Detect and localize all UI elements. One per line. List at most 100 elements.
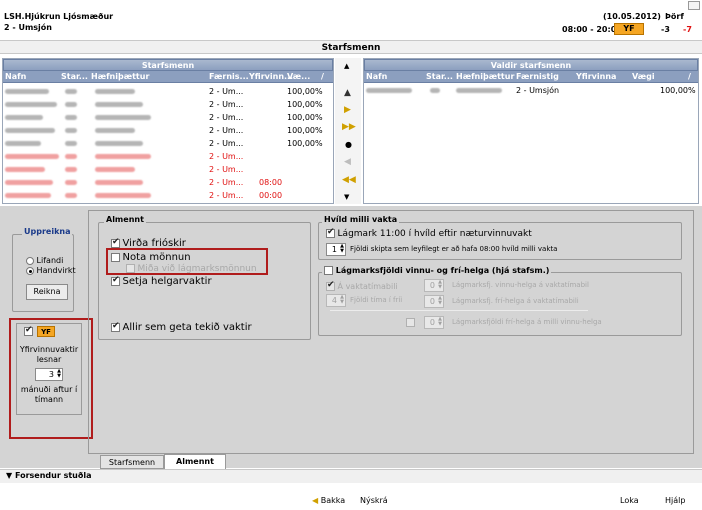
- checkbox-icon: [24, 325, 33, 336]
- tab-starfsmenn[interactable]: Starfsmenn: [100, 455, 164, 469]
- lm3-value: 0: [429, 318, 435, 327]
- reikna-button[interactable]: Reikna: [26, 284, 68, 300]
- cell-faerni: 2 - Um...: [209, 100, 244, 109]
- lm3-stepper: 0 ▲ ▼: [424, 316, 444, 329]
- cell-vaegi: 100,00%: [287, 87, 323, 96]
- blurred-value: [65, 128, 77, 133]
- record-icon[interactable]: ●: [345, 140, 352, 149]
- cell-faerni: 2 - Um...: [209, 87, 244, 96]
- blurred-value: [5, 102, 57, 107]
- cell-faerni: 2 - Um...: [209, 152, 244, 161]
- back-button[interactable]: ◀ Bakka: [312, 496, 345, 505]
- scroll-up-icon[interactable]: ▲: [344, 62, 349, 70]
- lagmark-checkbox[interactable]: Lágmark 11:00 í hvíld eftir næturvinnuva…: [326, 227, 532, 239]
- hvild-title: Hvíld milli vakta: [322, 215, 400, 224]
- tab-almennt[interactable]: Almennt: [164, 454, 226, 469]
- cell-vaegi: 100,00%: [287, 139, 323, 148]
- lagmark-label: Lágmark 11:00 í hvíld eftir næturvinnuva…: [337, 229, 532, 239]
- col-vaegi[interactable]: Vægi: [632, 71, 655, 83]
- fjoldi-tima-stepper: 4 ▲ ▼: [326, 294, 346, 307]
- lifandi-radio[interactable]: Lifandi: [26, 256, 63, 265]
- blurred-value: [5, 89, 49, 94]
- col-star[interactable]: Star...: [426, 71, 453, 83]
- stepper-arrows-icon[interactable]: ▲ ▼: [340, 244, 344, 254]
- blurred-value: [65, 180, 77, 185]
- col-haefni[interactable]: Hæfniþættur: [91, 71, 149, 83]
- col-nafn[interactable]: Nafn: [5, 71, 26, 83]
- blurred-value: [65, 89, 77, 94]
- blurred-value: [5, 154, 59, 159]
- chevron-down-icon: ▼: [6, 471, 13, 480]
- col-faerni[interactable]: Færnistig: [516, 71, 559, 83]
- remove-all-icon[interactable]: ◀◀: [342, 175, 356, 185]
- new-button[interactable]: Nýskrá: [360, 496, 388, 505]
- handvirkt-radio[interactable]: Handvirkt: [26, 266, 76, 275]
- col-sort[interactable]: /: [321, 71, 324, 83]
- table-row[interactable]: 2 - Um...: [3, 164, 321, 175]
- cell-faerni: 2 - Um...: [209, 178, 244, 187]
- blurred-value: [5, 180, 53, 185]
- col-haefni[interactable]: Hæfniþættur: [456, 71, 514, 83]
- blurred-value: [95, 115, 151, 120]
- remove-one-icon[interactable]: ◀: [344, 157, 351, 167]
- lagmarks-checkbox[interactable]: [324, 266, 333, 275]
- blurred-value: [65, 154, 77, 159]
- yf-badge[interactable]: YF: [614, 23, 644, 35]
- checkbox-icon: [111, 275, 120, 286]
- table-row[interactable]: 2 - Um... 100,00%: [3, 86, 323, 97]
- highlight-box-monnun: [106, 248, 268, 275]
- employees-grid-title: Starfsmenn: [3, 59, 333, 71]
- yf-checkbox[interactable]: [24, 325, 33, 336]
- fjoldi-tima-value: 4: [331, 296, 337, 305]
- lm2-stepper: 0 ▲ ▼: [424, 295, 444, 308]
- table-row[interactable]: 2 - Um... 100,00%: [3, 138, 323, 149]
- allir-label: Allir sem geta tekið vaktir: [122, 322, 252, 333]
- add-all-icon[interactable]: ▶▶: [342, 122, 356, 132]
- move-up-icon[interactable]: ▲: [344, 88, 351, 98]
- selected-employees-grid[interactable]: Valdir starfsmenn Nafn Star... Hæfniþætt…: [363, 58, 699, 204]
- cell-faerni: 2 - Um...: [209, 191, 244, 200]
- blurred-value: [5, 167, 45, 172]
- table-row[interactable]: 2 - Um...: [3, 151, 321, 162]
- yf-months-stepper[interactable]: 3 ▲ ▼: [35, 368, 63, 381]
- restore-window-icon[interactable]: [688, 1, 700, 10]
- table-row[interactable]: 2 - Um... 00:00: [3, 190, 321, 201]
- col-faerni[interactable]: Færnis...: [209, 71, 249, 83]
- cell-vaegi: 100,00%: [287, 113, 323, 122]
- table-row[interactable]: 2 - Um... 100,00%: [3, 125, 323, 136]
- scroll-down-icon[interactable]: ▼: [344, 193, 349, 201]
- cell-vaegi: 100,00%: [287, 100, 323, 109]
- employees-grid[interactable]: Starfsmenn Nafn Star... Hæfniþættur Færn…: [2, 58, 334, 204]
- lm3-label: Lágmarksfjöldi frí-helga á milli vinnu-h…: [452, 318, 602, 326]
- col-yfirvinna[interactable]: Yfirvinna: [576, 71, 616, 83]
- transfer-buttons: ▲ ▲ ▶ ▶▶ ● ◀ ◀◀ ▼: [335, 58, 361, 204]
- stepper-arrows-icon[interactable]: ▲ ▼: [57, 369, 61, 379]
- setja-helgarvaktir-checkbox[interactable]: Setja helgarvaktir: [111, 275, 212, 287]
- allir-checkbox[interactable]: Allir sem geta tekið vaktir: [111, 321, 252, 333]
- table-row[interactable]: 2 - Um... 08:00: [3, 177, 321, 188]
- col-star[interactable]: Star...: [61, 71, 88, 83]
- divider: [330, 310, 588, 311]
- lagmarks-title-wrap: Lágmarksfjöldi vinnu- og frí-helga (hjá …: [322, 266, 552, 275]
- add-one-icon[interactable]: ▶: [344, 105, 351, 115]
- col-nafn[interactable]: Nafn: [366, 71, 387, 83]
- lm1-stepper: 0 ▲ ▼: [424, 279, 444, 292]
- employees-grid-header: Nafn Star... Hæfniþættur Færnis... Yfirv…: [3, 71, 333, 83]
- forsendur-label: Forsendur stuðla: [14, 471, 92, 480]
- col-sort[interactable]: /: [688, 71, 691, 83]
- hvild-stepper[interactable]: 1 ▲ ▼: [326, 243, 346, 256]
- col-vaegi[interactable]: Væ...: [287, 71, 310, 83]
- close-button[interactable]: Loka: [620, 496, 639, 505]
- blurred-value: [65, 115, 77, 120]
- cell-faerni: 2 - Um...: [209, 139, 244, 148]
- blurred-value: [5, 193, 51, 198]
- cell-faerni: 2 - Um...: [209, 113, 244, 122]
- blurred-value: [456, 88, 502, 93]
- help-button[interactable]: Hjálp: [665, 496, 685, 505]
- table-row[interactable]: 2 - Um... 100,00%: [3, 99, 323, 110]
- hvild-value: 1: [331, 245, 337, 254]
- table-row[interactable]: 2 - Um... 100,00%: [3, 112, 323, 123]
- table-row[interactable]: 2 - Umsjón 100,00%: [364, 85, 698, 96]
- forsendur-toggle[interactable]: ▼ Forsendur stuðla: [6, 471, 92, 480]
- selected-grid-title: Valdir starfsmenn: [364, 59, 698, 71]
